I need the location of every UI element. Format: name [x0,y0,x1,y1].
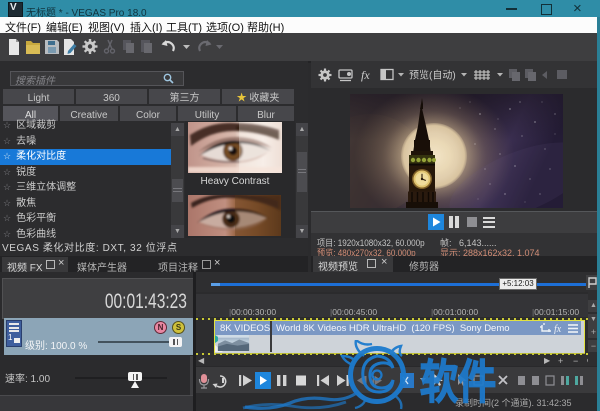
svg-text:fx: fx [361,68,370,82]
svg-text:fx: fx [554,324,562,334]
svg-text:预览(自动): 预览(自动) [409,69,456,82]
svg-text:软件: 软件 [420,356,496,408]
